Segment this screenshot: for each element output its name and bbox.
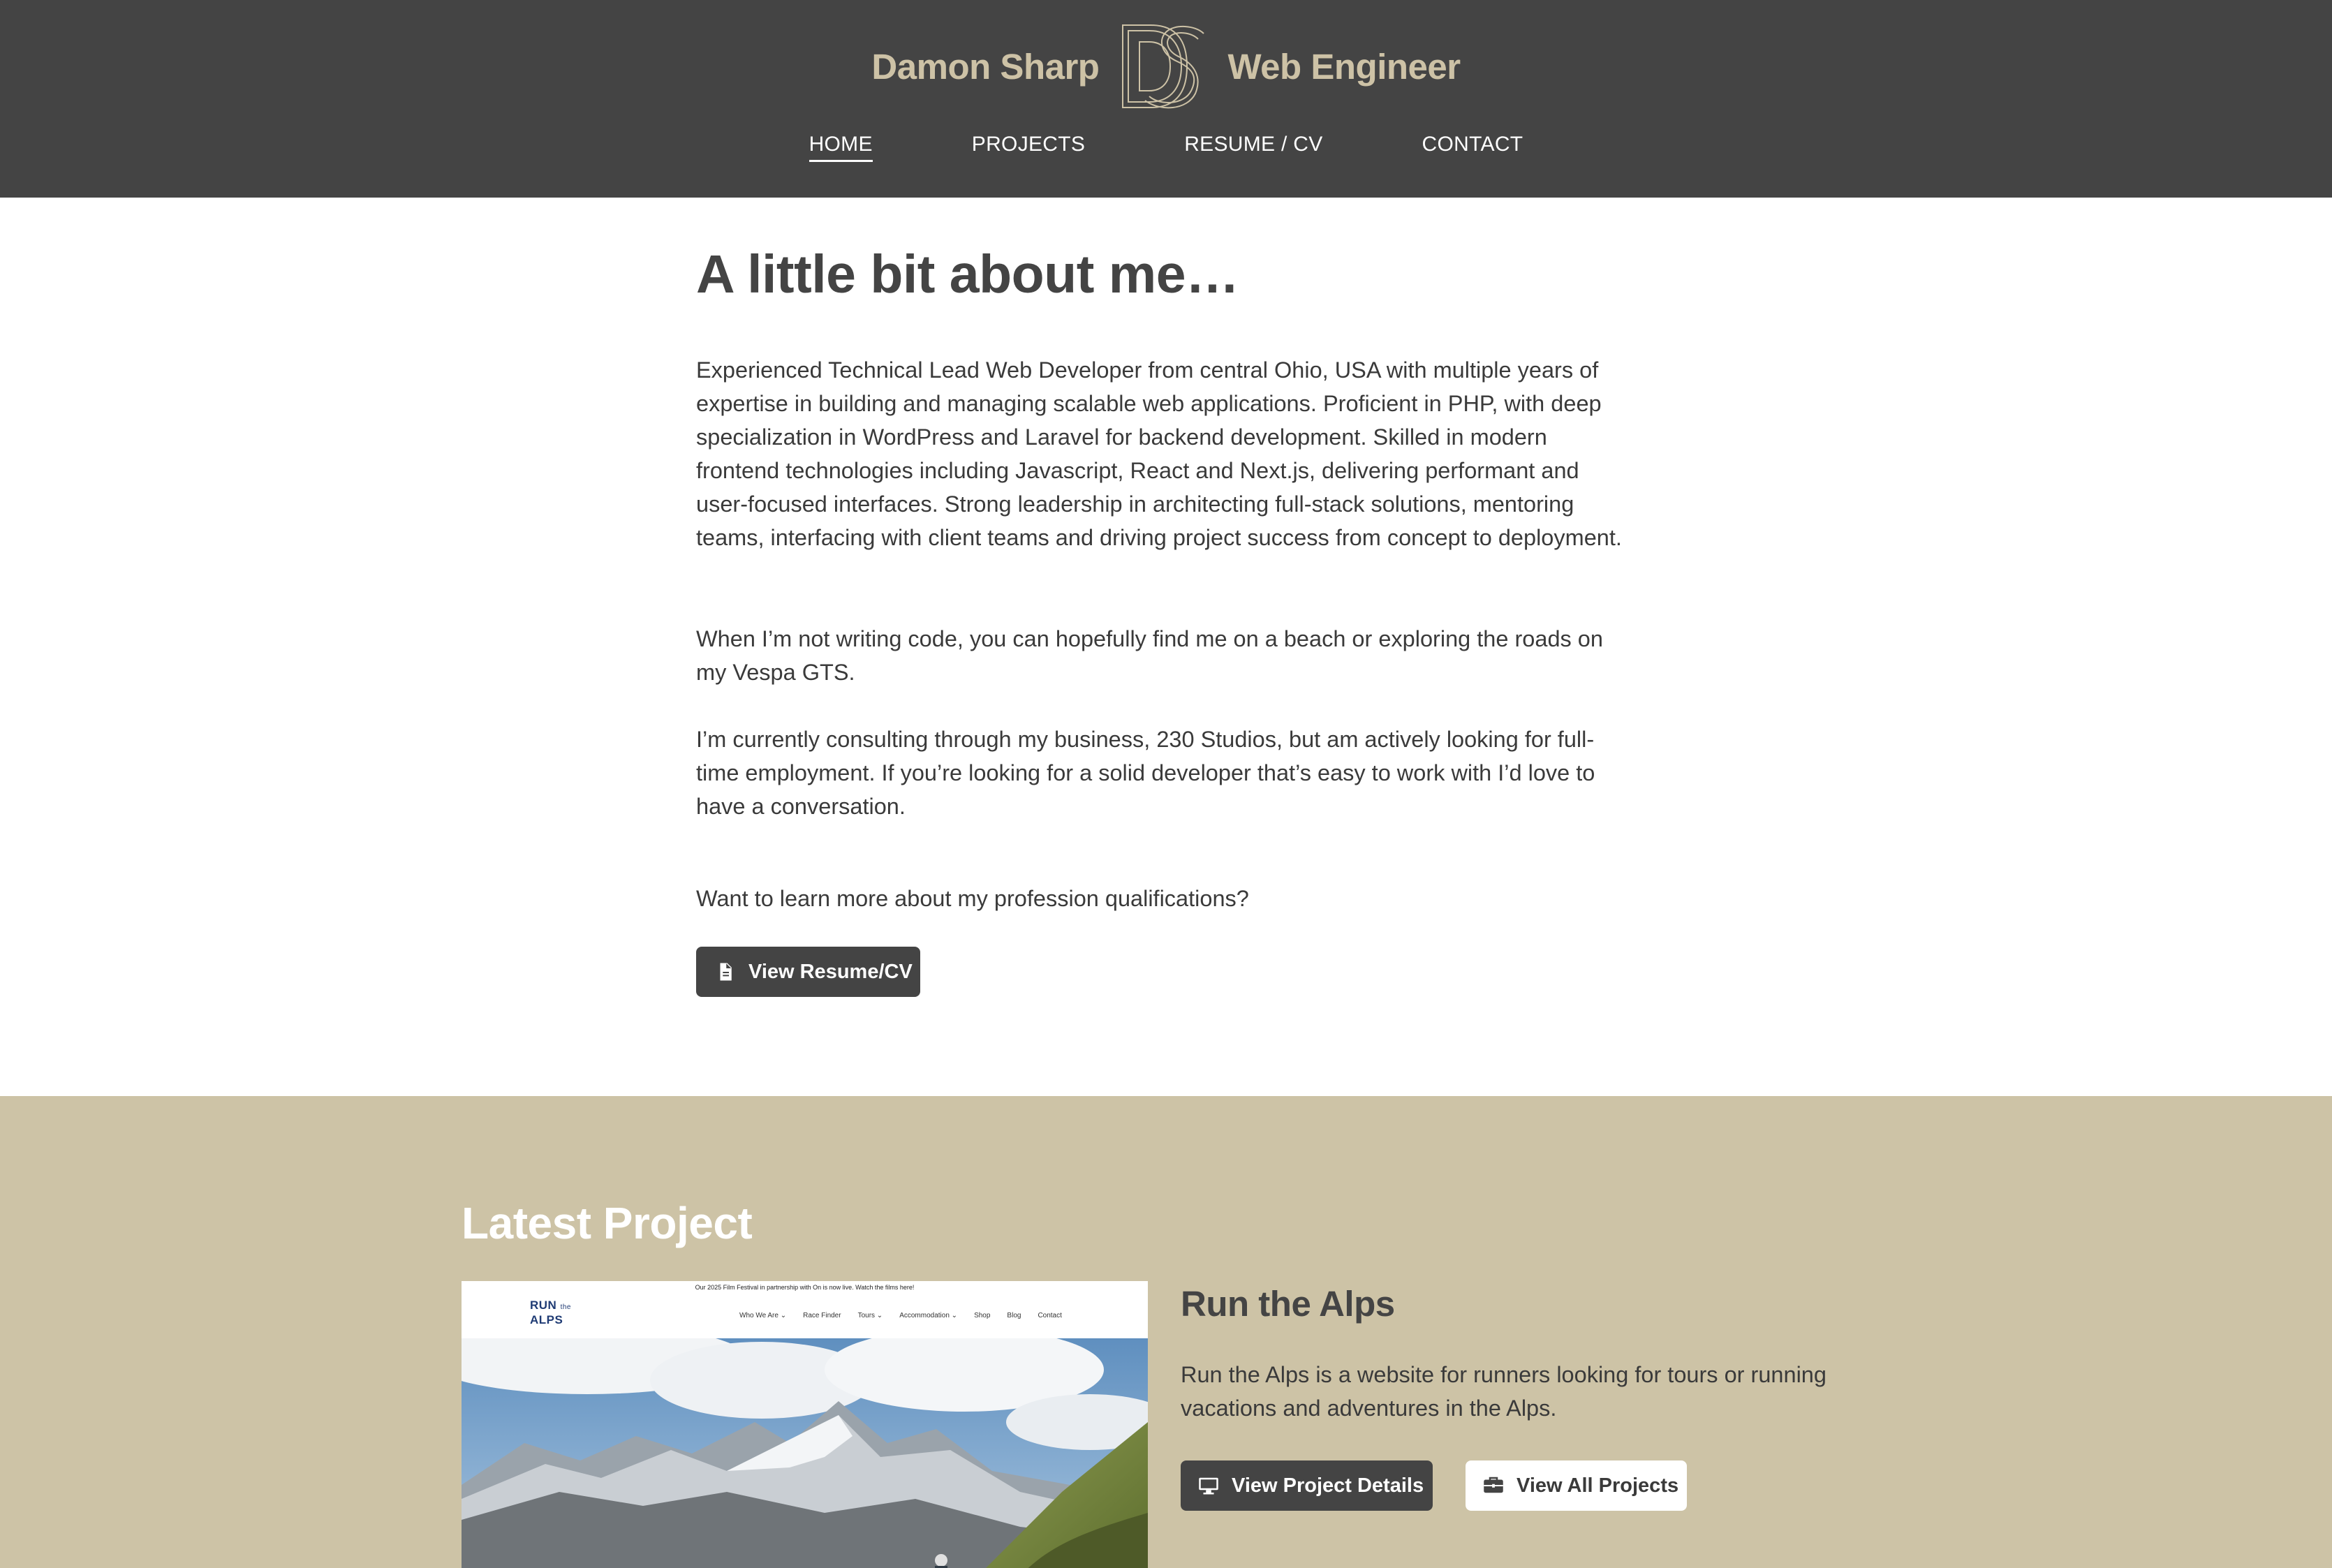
project-screenshot[interactable]: Our 2025 Film Festival in partnership wi… xyxy=(462,1281,1148,1568)
view-all-projects-label: View All Projects xyxy=(1516,1474,1679,1497)
screenshot-site-header: Our 2025 Film Festival in partnership wi… xyxy=(462,1281,1148,1338)
project-title: Run the Alps xyxy=(1181,1284,1395,1324)
site-header: Damon Sharp Web Engineer HOME PROJECTS R… xyxy=(0,0,2332,198)
nav-resume-cv[interactable]: RESUME / CV xyxy=(1184,133,1322,162)
about-cta-text: Want to learn more about my profession q… xyxy=(696,886,1249,911)
nav-projects[interactable]: PROJECTS xyxy=(972,133,1085,162)
view-resume-button[interactable]: View Resume/CV xyxy=(696,947,920,997)
screenshot-nav: Who We Are ⌄ Race Finder Tours ⌄ Accommo… xyxy=(739,1312,1062,1319)
view-resume-label: View Resume/CV xyxy=(748,960,913,983)
nav-contact[interactable]: CONTACT xyxy=(1422,133,1523,162)
page: Damon Sharp Web Engineer HOME PROJECTS R… xyxy=(0,0,2332,1568)
screenshot-nav-item: Accommodation ⌄ xyxy=(899,1312,958,1319)
briefcase-icon xyxy=(1483,1475,1504,1496)
mountain-photo xyxy=(462,1338,1148,1568)
screenshot-nav-item: Race Finder xyxy=(803,1312,841,1319)
document-icon xyxy=(715,961,736,982)
latest-project-section: Latest Project Our 2025 Film Festival in… xyxy=(0,1096,2332,1568)
screenshot-nav-item: Tours ⌄ xyxy=(857,1312,883,1319)
screenshot-nav-item: Shop xyxy=(974,1312,991,1319)
view-project-details-label: View Project Details xyxy=(1232,1474,1424,1497)
main-nav: HOME PROJECTS RESUME / CV CONTACT xyxy=(0,133,2332,162)
screenshot-nav-item: Blog xyxy=(1007,1312,1021,1319)
about-paragraph-1: Experienced Technical Lead Web Developer… xyxy=(696,357,1622,550)
screenshot-logo-line-1: RUN xyxy=(530,1299,557,1312)
view-all-projects-button[interactable]: View All Projects xyxy=(1466,1460,1687,1511)
ds-monogram-logo-icon xyxy=(1122,24,1205,109)
about-paragraph-2: When I’m not writing code, you can hopef… xyxy=(696,626,1603,685)
screenshot-logo-line-3: ALPS xyxy=(530,1313,563,1326)
about-heading: A little bit about me… xyxy=(696,244,1239,304)
brand-title: Web Engineer xyxy=(1227,46,1461,87)
screenshot-nav-item: Contact xyxy=(1038,1312,1062,1319)
screenshot-logo-line-2: the xyxy=(560,1303,571,1311)
brand-name: Damon Sharp xyxy=(871,46,1100,87)
screenshot-logo: RUN the ALPS xyxy=(530,1299,591,1326)
view-project-details-button[interactable]: View Project Details xyxy=(1181,1460,1433,1511)
about-paragraph-3: I’m currently consulting through my busi… xyxy=(696,727,1595,819)
screenshot-banner: Our 2025 Film Festival in partnership wi… xyxy=(695,1284,915,1291)
nav-home[interactable]: HOME xyxy=(809,133,873,162)
brand[interactable]: Damon Sharp Web Engineer xyxy=(0,20,2332,113)
monitor-icon xyxy=(1198,1475,1219,1496)
screenshot-nav-item: Who We Are ⌄ xyxy=(739,1312,787,1319)
project-description: Run the Alps is a website for runners lo… xyxy=(1181,1362,1827,1421)
latest-project-heading: Latest Project xyxy=(462,1198,753,1248)
